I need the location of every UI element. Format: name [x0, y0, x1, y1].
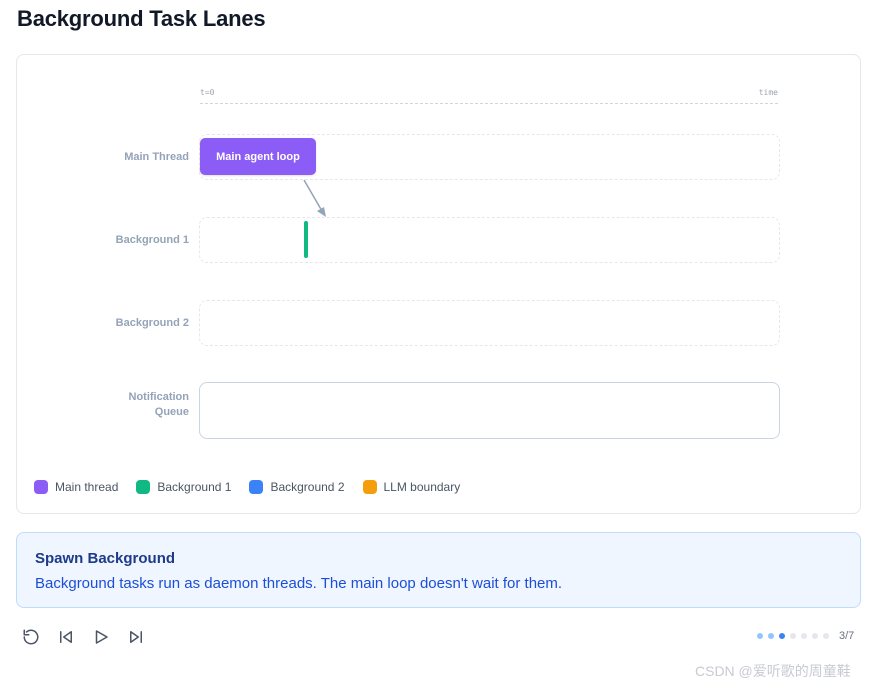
- legend: Main thread Background 1 Background 2 LL…: [34, 480, 478, 494]
- background-task-start-marker: [304, 221, 308, 258]
- main-agent-loop-block: Main agent loop: [200, 138, 316, 175]
- legend-item: Background 1: [136, 480, 231, 494]
- legend-label: Background 2: [270, 480, 345, 494]
- step-dot-current[interactable]: [779, 633, 785, 639]
- legend-item: Background 2: [249, 480, 345, 494]
- legend-label: Main thread: [55, 480, 119, 494]
- lane-label-main-thread: Main Thread: [124, 151, 189, 163]
- legend-swatch: [249, 480, 264, 494]
- previous-step-button[interactable]: [56, 627, 76, 647]
- legend-swatch: [362, 480, 377, 494]
- lane-label-background-2: Background 2: [115, 317, 189, 329]
- reset-button[interactable]: [21, 627, 41, 647]
- lane-label-line: Notification: [128, 391, 190, 403]
- page-title: Background Task Lanes: [17, 6, 266, 31]
- watermark: CSDN @爱听歌的周童鞋: [695, 663, 851, 679]
- timeline-start-label: t=0: [200, 88, 215, 97]
- step-dot[interactable]: [768, 633, 774, 639]
- step-info-box: Spawn Background Background tasks run as…: [16, 532, 861, 608]
- playback-controls: [21, 627, 161, 647]
- play-button[interactable]: [91, 627, 111, 647]
- skip-back-icon: [60, 631, 72, 643]
- step-counter: 3/7: [839, 630, 855, 642]
- lane-background-1: [199, 217, 780, 263]
- legend-item: Main thread: [34, 480, 118, 494]
- lane-label-notification-queue: Notification Queue: [129, 390, 190, 420]
- legend-label: LLM boundary: [383, 480, 461, 494]
- step-dot[interactable]: [801, 633, 807, 639]
- legend-label: Background 1: [157, 480, 232, 494]
- timeline-axis: t=0 time: [200, 87, 778, 104]
- diagram-card: [16, 54, 861, 514]
- next-step-button[interactable]: [126, 627, 146, 647]
- lane-label-line: Queue: [154, 406, 189, 418]
- play-icon: [95, 630, 108, 644]
- step-dot[interactable]: [812, 633, 818, 639]
- step-description: Background tasks run as daemon threads. …: [35, 575, 563, 592]
- step-title: Spawn Background: [35, 550, 176, 567]
- legend-swatch: [136, 480, 151, 494]
- legend-item: LLM boundary: [362, 480, 461, 494]
- step-dot[interactable]: [790, 633, 796, 639]
- task-block-label: Main agent loop: [216, 150, 300, 163]
- skip-forward-icon: [130, 631, 142, 643]
- step-progress-dots: [757, 633, 834, 639]
- step-dot[interactable]: [823, 633, 829, 639]
- lane-label-background-1: Background 1: [115, 234, 189, 246]
- lane-background-2: [199, 300, 780, 346]
- lane-notification-queue: [199, 382, 780, 439]
- restart-icon: [23, 629, 39, 645]
- step-dot[interactable]: [757, 633, 763, 639]
- timeline-end-label: time: [758, 88, 778, 97]
- legend-swatch: [34, 480, 48, 494]
